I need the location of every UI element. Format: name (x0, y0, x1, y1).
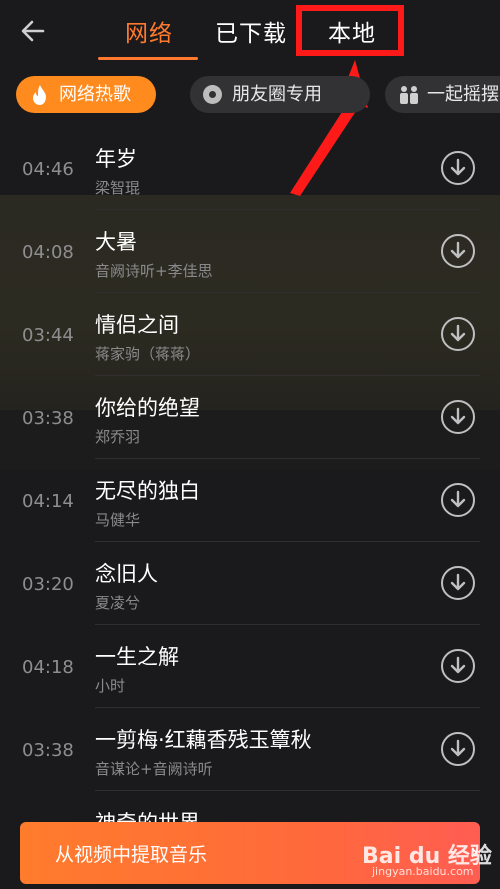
top-bar: 网络 已下载 本地 (0, 0, 500, 62)
download-icon[interactable] (441, 151, 475, 185)
download-icon[interactable] (441, 649, 475, 683)
song-title: 念旧人 (95, 562, 158, 586)
song-artist: 音阙诗听+李佳思 (95, 262, 213, 280)
download-icon[interactable] (441, 400, 475, 434)
tab-downloaded[interactable]: 已下载 (215, 14, 287, 48)
song-title: 年岁 (95, 147, 137, 171)
download-icon[interactable] (441, 234, 475, 268)
download-icon[interactable] (441, 732, 475, 766)
download-icon[interactable] (441, 566, 475, 600)
song-artist: 小时 (95, 677, 126, 695)
download-icon[interactable] (441, 483, 475, 517)
song-title: 无尽的独白 (95, 479, 200, 503)
song-title: 情侣之间 (95, 313, 179, 337)
cta-label: 从视频中提取音乐 (55, 844, 208, 866)
song-artist: 夏凌兮 (95, 594, 141, 612)
song-duration: 04:18 (22, 657, 74, 678)
song-row[interactable]: 03:20 念旧人 夏凌兮 (0, 542, 500, 625)
chip-label: 网络热歌 (59, 84, 131, 105)
annotation-highlight-box (296, 5, 404, 56)
download-icon[interactable] (441, 317, 475, 351)
song-duration: 03:20 (22, 574, 74, 595)
category-chips: 网络热歌 朋友圈专用 一起摇摆 (0, 76, 500, 116)
song-title: 一剪梅·红藕香残玉簟秋 (95, 728, 312, 752)
song-duration: 03:38 (22, 408, 74, 429)
song-artist: 梁智琨 (95, 179, 141, 197)
song-artist: 蒋家驹（蒋蒋） (95, 345, 201, 363)
song-duration: 04:14 (22, 491, 74, 512)
baidu-watermark-url: jingyan.baidu.com (372, 865, 474, 878)
song-row[interactable]: 04:46 年岁 梁智琨 (0, 127, 500, 210)
song-duration: 03:38 (22, 740, 74, 761)
song-artist: 音谋论+音阙诗听 (95, 760, 213, 778)
song-title: 一生之解 (95, 645, 179, 669)
song-duration: 03:44 (22, 325, 74, 346)
song-artist: 马健华 (95, 511, 141, 529)
song-row[interactable]: 04:14 无尽的独白 马健华 (0, 459, 500, 542)
fire-icon (33, 85, 46, 105)
tab-network[interactable]: 网络 (125, 14, 173, 48)
song-title: 你给的绝望 (95, 396, 200, 420)
song-row[interactable]: 03:38 一剪梅·红藕香残玉簟秋 音谋论+音阙诗听 (0, 708, 500, 791)
song-duration: 04:08 (22, 242, 74, 263)
chip-label: 一起摇摆 (427, 84, 499, 105)
song-row[interactable]: 03:38 你给的绝望 郑乔羽 (0, 376, 500, 459)
chip-label: 朋友圈专用 (232, 84, 322, 105)
song-artist: 郑乔羽 (95, 428, 141, 446)
disc-icon (203, 85, 222, 104)
chip-hot-songs[interactable]: 网络热歌 (16, 76, 156, 113)
song-row[interactable]: 04:08 大暑 音阙诗听+李佳思 (0, 210, 500, 293)
active-tab-underline (98, 57, 198, 60)
song-duration: 04:46 (22, 159, 74, 180)
people-icon (400, 86, 418, 104)
chip-swing-together[interactable]: 一起摇摆 (385, 76, 500, 113)
song-title: 大暑 (95, 230, 137, 254)
back-arrow-icon[interactable] (18, 16, 48, 46)
song-row[interactable]: 04:18 一生之解 小时 (0, 625, 500, 708)
chip-moments[interactable]: 朋友圈专用 (190, 76, 370, 113)
song-row[interactable]: 03:44 情侣之间 蒋家驹（蒋蒋） (0, 293, 500, 376)
